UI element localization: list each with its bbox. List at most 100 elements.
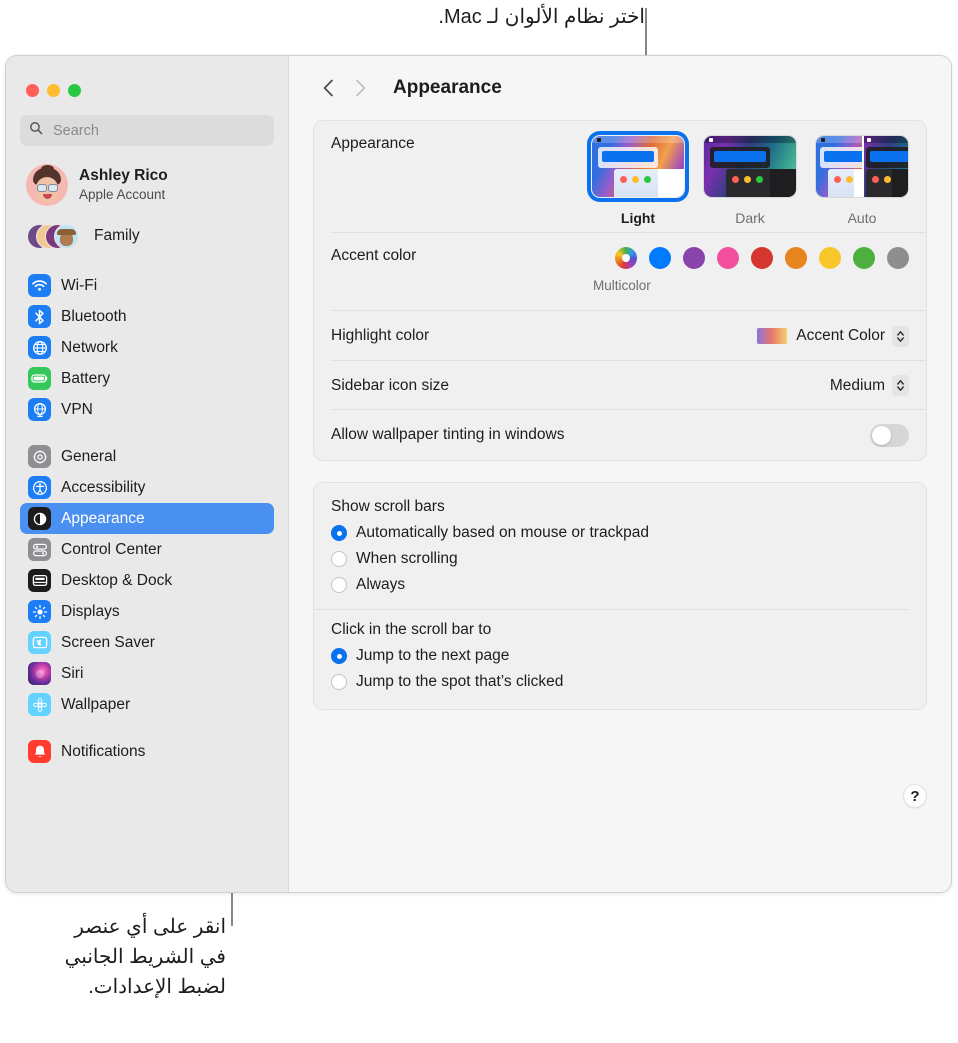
wallpaper-tinting-toggle[interactable]	[870, 423, 909, 447]
click-scroll-bar-title: Click in the scroll bar to	[331, 621, 492, 638]
appearance-settings-card: Appearance Light Dark Auto Accent color …	[313, 120, 927, 461]
divider	[314, 609, 909, 610]
scroll-bars-option-automatic[interactable]: Automatically based on mouse or trackpad	[331, 520, 909, 546]
sidebar-item-screen-saver[interactable]: Screen Saver	[20, 627, 274, 658]
accessibility-icon	[28, 476, 51, 499]
auto-theme-preview	[815, 135, 909, 198]
highlight-color-label: Highlight color	[331, 327, 430, 344]
radio-label: Jump to the spot that’s clicked	[356, 673, 564, 690]
accent-swatch-orange[interactable]	[785, 247, 807, 269]
sidebar-item-label: Accessibility	[61, 478, 146, 496]
sidebar-item-notifications[interactable]: Notifications	[20, 736, 274, 767]
scroll-bars-option-always[interactable]: Always	[331, 572, 909, 598]
sidebar-group-notifications: Notifications	[6, 736, 288, 767]
sidebar-icon-size-value: Medium	[829, 376, 885, 394]
wallpaper-tinting-row: Allow wallpaper tinting in windows	[314, 410, 926, 460]
chevron-left-icon[interactable]	[315, 75, 341, 101]
click-scroll-option-next-page[interactable]: Jump to the next page	[331, 643, 909, 669]
search-icon	[29, 121, 43, 140]
appearance-option-label: Dark	[735, 210, 765, 226]
sidebar-item-appearance[interactable]: Appearance	[20, 503, 274, 534]
sidebar-item-label: Displays	[61, 602, 120, 620]
sidebar-item-wi-fi[interactable]: Wi-Fi	[20, 270, 274, 301]
account-subtitle: Apple Account	[79, 186, 166, 202]
radio-label: Always	[356, 576, 406, 593]
help-button[interactable]: ?	[903, 784, 927, 808]
chevron-right-icon[interactable]	[347, 75, 373, 101]
appearance-contrast-icon	[28, 507, 51, 530]
accent-swatch-green[interactable]	[853, 247, 875, 269]
sidebar-item-label: Wallpaper	[61, 695, 131, 713]
account-name: Ashley Rico	[79, 167, 168, 185]
sidebar-icon-size-row: Sidebar icon size Medium	[314, 361, 926, 410]
sidebar-item-accessibility[interactable]: Accessibility	[20, 472, 274, 503]
light-theme-preview	[591, 135, 685, 198]
sidebar-item-displays[interactable]: Displays	[20, 596, 274, 627]
appearance-option-auto[interactable]: Auto	[815, 135, 909, 226]
family-avatars	[27, 222, 85, 250]
radio-button[interactable]	[331, 577, 347, 593]
sidebar-item-label: Screen Saver	[61, 633, 155, 651]
sidebar-item-label: Siri	[61, 664, 84, 682]
siri-icon	[28, 662, 51, 685]
callout-bottom-text: انقر على أي عنصر في الشريط الجانبي لضبط …	[64, 916, 226, 998]
scroll-bars-option-when-scrolling[interactable]: When scrolling	[331, 546, 909, 572]
sidebar-item-vpn[interactable]: VPN	[20, 394, 274, 425]
accent-swatch-red[interactable]	[751, 247, 773, 269]
accent-color-caption: Multicolor	[593, 278, 651, 293]
appearance-option-label: Light	[620, 210, 656, 226]
appearance-options: Light Dark Auto	[591, 135, 909, 226]
search-input[interactable]	[51, 121, 265, 140]
sidebar-item-label: VPN	[61, 400, 93, 418]
screen-saver-icon	[28, 631, 51, 654]
sidebar-icon-size-popup[interactable]: Medium	[830, 375, 909, 396]
sidebar-item-battery[interactable]: Battery	[20, 363, 274, 394]
memoji-avatar	[26, 164, 68, 206]
sidebar-item-wallpaper[interactable]: Wallpaper	[20, 689, 274, 720]
accent-color-label: Accent color	[331, 247, 417, 264]
accent-swatch-graphite[interactable]	[887, 247, 909, 269]
minimize-button[interactable]	[47, 84, 60, 97]
click-scroll-option-spot-clicked[interactable]: Jump to the spot that’s clicked	[331, 669, 909, 695]
sidebar-item-apple-account[interactable]: Ashley Rico Apple Account	[20, 160, 274, 210]
dark-theme-preview	[703, 135, 797, 198]
sidebar-item-label: Network	[61, 338, 118, 356]
family-label: Family	[94, 227, 140, 244]
sidebar-item-network[interactable]: Network	[20, 332, 274, 363]
brightness-icon	[28, 600, 51, 623]
sidebar-item-label: General	[61, 447, 117, 465]
sidebar-item-siri[interactable]: Siri	[20, 658, 274, 689]
sidebar-item-family[interactable]: Family	[20, 218, 274, 254]
highlight-color-value: Accent Color	[796, 327, 885, 344]
highlight-color-popup[interactable]: Accent Color	[757, 325, 909, 347]
sidebar-item-general[interactable]: General	[20, 441, 274, 472]
accent-swatch-yellow[interactable]	[819, 247, 841, 269]
close-button[interactable]	[26, 84, 39, 97]
radio-button[interactable]	[331, 525, 347, 541]
show-scroll-bars-title: Show scroll bars	[331, 498, 445, 515]
accent-swatch-pink[interactable]	[717, 247, 739, 269]
search-field[interactable]	[20, 115, 274, 146]
detail-titlebar: Appearance	[289, 56, 951, 120]
accent-swatch-multicolor[interactable]	[615, 247, 637, 269]
accent-swatch-blue[interactable]	[649, 247, 671, 269]
sidebar-icon-size-label: Sidebar icon size	[331, 376, 450, 394]
sidebar-item-control-center[interactable]: Control Center	[20, 534, 274, 565]
accent-swatch-purple[interactable]	[683, 247, 705, 269]
appearance-option-dark[interactable]: Dark	[703, 135, 797, 226]
radio-button[interactable]	[331, 648, 347, 664]
appearance-option-light[interactable]: Light	[591, 135, 685, 226]
window-traffic-lights	[6, 56, 288, 97]
sidebar-item-label: Battery	[61, 369, 111, 387]
radio-button[interactable]	[331, 551, 347, 567]
detail-pane: Appearance Appearance Light Dark Auto Ac…	[289, 56, 951, 892]
appearance-row: Appearance Light Dark Auto	[314, 121, 926, 233]
radio-label: Automatically based on mouse or trackpad	[356, 524, 649, 541]
sidebar-item-label: Control Center	[61, 540, 162, 558]
zoom-button[interactable]	[68, 84, 81, 97]
radio-label: When scrolling	[356, 550, 458, 567]
sidebar-item-desktop-and-dock[interactable]: Desktop & Dock	[20, 565, 274, 596]
sidebar-item-label: Appearance	[61, 509, 145, 527]
sidebar-item-bluetooth[interactable]: Bluetooth	[20, 301, 274, 332]
radio-button[interactable]	[331, 674, 347, 690]
